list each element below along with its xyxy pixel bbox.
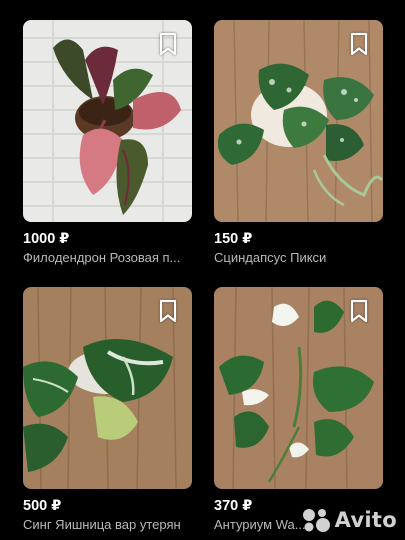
listing-photo[interactable] (214, 287, 383, 489)
listing-price: 150 ₽ (214, 231, 253, 247)
listing-photo[interactable] (23, 287, 192, 489)
listing-photo[interactable] (23, 20, 192, 222)
listing-title[interactable]: Сциндапсус Пикси (214, 250, 383, 266)
listing-title[interactable]: Синг Яишница вар утерян (23, 517, 192, 533)
listing-photo[interactable] (214, 20, 383, 222)
listing-card[interactable]: 150 ₽ Сциндапсус Пикси (214, 20, 383, 266)
listing-price: 370 ₽ (214, 498, 253, 514)
listing-price: 1000 ₽ (23, 231, 70, 247)
listing-card[interactable]: 370 ₽ Антуриум Wa... (214, 287, 383, 533)
favorite-button[interactable] (154, 30, 182, 58)
listing-card[interactable]: 500 ₽ Синг Яишница вар утерян (23, 287, 192, 533)
listings-grid: 1000 ₽ Филодендрон Розовая п... 150 ₽ Сц… (0, 0, 405, 540)
listing-title[interactable]: Антуриум Wa... (214, 517, 383, 533)
listing-title[interactable]: Филодендрон Розовая п... (23, 250, 192, 266)
favorite-button[interactable] (345, 30, 373, 58)
bookmark-icon (159, 32, 177, 56)
favorite-button[interactable] (345, 297, 373, 325)
bookmark-icon (350, 32, 368, 56)
bookmark-icon (350, 299, 368, 323)
listing-card[interactable]: 1000 ₽ Филодендрон Розовая п... (23, 20, 192, 266)
listing-price: 500 ₽ (23, 498, 62, 514)
favorite-button[interactable] (154, 297, 182, 325)
bookmark-icon (159, 299, 177, 323)
